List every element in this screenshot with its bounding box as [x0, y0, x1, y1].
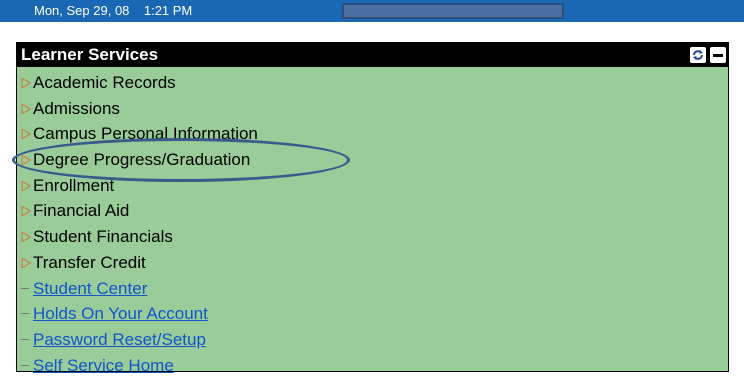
folder-label: Campus Personal Information	[33, 124, 258, 144]
folder-label: Academic Records	[33, 73, 176, 92]
folder-financial-aid[interactable]: Financial Aid	[17, 198, 728, 224]
dash-icon	[21, 287, 29, 289]
link-holds-on-your-account[interactable]: Holds On Your Account	[17, 301, 728, 327]
folder-academic-records[interactable]: Academic Records	[17, 70, 728, 96]
folder-label: Student Financials	[33, 227, 173, 247]
dash-icon	[21, 313, 29, 315]
folder-label: Degree Progress/Graduation	[33, 150, 251, 170]
folder-label: Admissions	[33, 98, 120, 118]
folder-label: Enrollment	[33, 175, 115, 195]
pagelet-header: Learner Services	[17, 43, 728, 67]
dash-icon	[21, 364, 29, 366]
expand-triangle-icon	[21, 257, 31, 268]
date-time-label: Mon, Sep 29, 08 1:21 PM	[34, 3, 193, 18]
expand-triangle-icon	[21, 78, 31, 88]
refresh-icon[interactable]	[690, 47, 706, 63]
expand-triangle-icon	[21, 206, 31, 217]
expand-triangle-icon	[21, 155, 31, 166]
pagelet-menu: Academic Records Admissions Campus Perso…	[17, 70, 728, 378]
top-status-bar: Mon, Sep 29, 08 1:21 PM	[0, 0, 744, 22]
folder-transfer-credit[interactable]: Transfer Credit	[17, 250, 728, 276]
folder-campus-personal-information[interactable]: Campus Personal Information	[17, 121, 728, 147]
minimize-icon[interactable]	[710, 47, 726, 63]
folder-student-financials[interactable]: Student Financials	[17, 224, 728, 250]
folder-label: Transfer Credit	[33, 252, 146, 272]
expand-triangle-icon	[21, 180, 31, 191]
expand-triangle-icon	[21, 129, 31, 140]
folder-degree-progress-graduation[interactable]: Degree Progress/Graduation	[17, 147, 728, 173]
link-label[interactable]: Student Center	[33, 276, 147, 302]
link-student-center[interactable]: Student Center	[17, 276, 728, 302]
dash-icon	[21, 338, 29, 340]
link-label[interactable]: Password Reset/Setup	[33, 327, 206, 353]
folder-admissions[interactable]: Admissions	[17, 96, 728, 122]
learner-services-pagelet: Learner Services Academic Records Admiss…	[16, 42, 729, 375]
link-password-reset-setup[interactable]: Password Reset/Setup	[17, 327, 728, 353]
link-label[interactable]: Self Service Home	[33, 353, 174, 378]
expand-triangle-icon	[21, 103, 31, 114]
folder-label: Financial Aid	[33, 201, 130, 221]
expand-triangle-icon	[21, 232, 31, 243]
pagelet-title: Learner Services	[21, 45, 159, 64]
redacted-user-box	[342, 3, 564, 19]
link-self-service-home[interactable]: Self Service Home	[17, 353, 728, 378]
link-label[interactable]: Holds On Your Account	[33, 301, 208, 327]
folder-enrollment[interactable]: Enrollment	[17, 173, 728, 199]
